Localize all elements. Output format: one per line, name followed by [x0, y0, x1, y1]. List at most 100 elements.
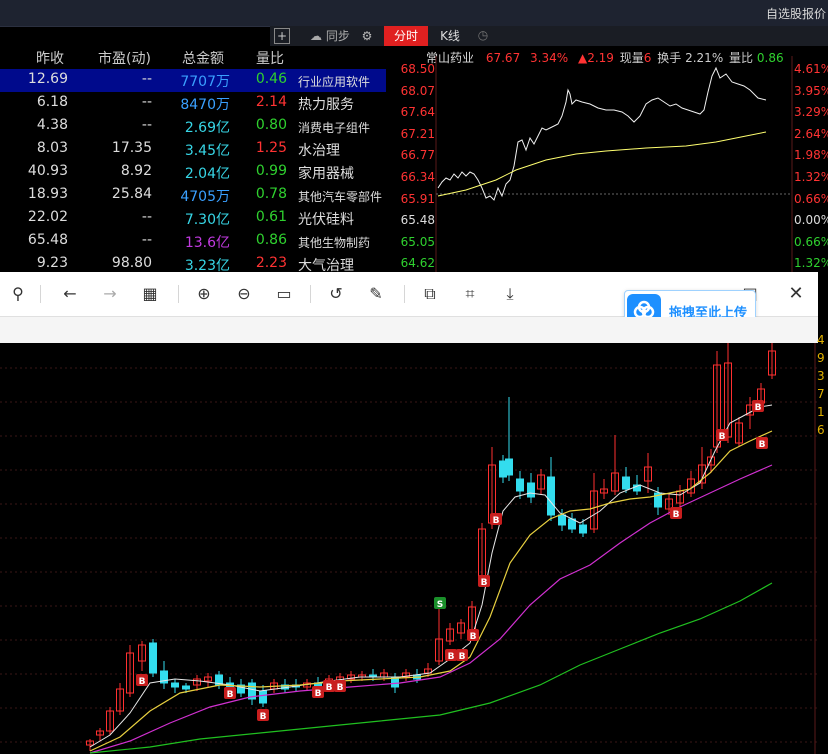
back-arrow-icon[interactable]: ← [60, 284, 80, 304]
buy-signal-label: B [315, 689, 322, 699]
buy-signal-label: B [459, 652, 466, 662]
header-pe[interactable]: 市盈(动) [98, 48, 151, 68]
volume-ratio-cell: 0.61 [255, 209, 287, 225]
kline-chart[interactable]: BBBBBBBBBBBSBBBB 493716 [0, 333, 828, 754]
divider [310, 285, 311, 303]
sync-button[interactable]: ☁ 同步 ⚙ [310, 27, 372, 45]
viewer-subbar [0, 317, 818, 343]
ma10-line [89, 430, 773, 752]
ma5-line [89, 404, 773, 748]
pe-cell: -- [141, 117, 152, 133]
volume-ratio-cell: 2.23 [255, 255, 287, 271]
prev-close-cell: 8.03 [36, 140, 68, 156]
amount-cell: 7.30亿 [184, 212, 230, 228]
grid-icon[interactable]: ▦ [140, 284, 160, 304]
candle-body [527, 482, 535, 498]
history-icon[interactable]: ◷ [476, 28, 490, 42]
divider [404, 285, 405, 303]
right-axis-tick: 7 [817, 387, 825, 401]
amount-cell: 7707万 [180, 74, 230, 90]
table-row[interactable]: 6.18 -- 8470万 2.14 热力服务 [0, 92, 386, 115]
industry-cell: 行业应用软件 [298, 75, 371, 89]
table-row[interactable]: 22.02 -- 7.30亿 0.61 光伏硅料 [0, 207, 386, 230]
volume-ratio-cell: 0.46 [255, 71, 287, 87]
table-row[interactable]: 12.69 -- 7707万 0.46 行业应用软件 [0, 69, 386, 92]
table-row[interactable]: 4.38 -- 2.69亿 0.80 消费电子组件 [0, 115, 386, 138]
ma60-line [89, 582, 773, 754]
candle-body [182, 685, 190, 690]
buy-signal-label: B [139, 677, 146, 687]
chart-toolbar: + ☁ 同步 ⚙ 分时 K线 ◷ [270, 26, 828, 46]
right-axis-tick: 9 [817, 351, 825, 365]
close-icon[interactable]: ✕ [786, 284, 806, 304]
table-row[interactable]: 8.03 17.35 3.45亿 1.25 水治理 [0, 138, 386, 161]
rotate-icon[interactable]: ↺ [326, 284, 346, 304]
pin-icon[interactable]: ⚲ [8, 284, 28, 304]
edit-icon[interactable]: ✎ [366, 284, 386, 304]
stock-quote-table: 昨收 市盈(动) 总金额 量比 12.69 -- 7707万 0.46 行业应用软件 6.… [0, 46, 386, 274]
divider [40, 285, 41, 303]
zoom-in-icon[interactable]: ⊕ [194, 284, 214, 304]
pe-cell: 8.92 [120, 163, 152, 179]
industry-cell: 水治理 [298, 143, 340, 159]
industry-cell: 其他生物制药 [298, 236, 371, 250]
kline-plot: BBBBB BBBB BBSBBBB [0, 343, 818, 754]
download-icon[interactable]: ⤓ [500, 284, 520, 304]
intraday-plot [435, 56, 793, 272]
volume-ratio-cell: 0.86 [255, 232, 287, 248]
pe-cell: 17.35 [111, 140, 152, 156]
industry-cell: 光伏硅料 [298, 212, 354, 228]
intraday-chart[interactable]: 常山药业 67.67 3.34% ▲2.19 现量6 换手 2.21% 量比 0… [386, 46, 828, 314]
tab-intraday[interactable]: 分时 [384, 26, 428, 46]
industry-cell: 家用器械 [298, 166, 354, 182]
add-panel-icon[interactable]: + [274, 28, 290, 44]
table-row[interactable]: 18.93 25.84 4705万 0.78 其他汽车零部件 [0, 184, 386, 207]
pe-cell: 98.80 [111, 255, 152, 271]
table-row[interactable]: 40.93 8.92 2.04亿 0.99 家用器械 [0, 161, 386, 184]
buy-signal-label: B [673, 510, 680, 520]
candle-body [505, 458, 513, 476]
actual-size-icon[interactable]: ▭ [274, 284, 294, 304]
sync-label: 同步 [325, 29, 350, 43]
header-volume-ratio[interactable]: 量比 [256, 48, 284, 68]
table-row[interactable]: 65.48 -- 13.6亿 0.86 其他生物制药 [0, 230, 386, 253]
volume-ratio-cell: 2.14 [255, 94, 287, 110]
forward-arrow-icon[interactable]: → [100, 284, 120, 304]
right-axis-tick: 1 [817, 405, 825, 419]
prev-close-cell: 6.18 [36, 94, 68, 110]
industry-cell: 热力服务 [298, 97, 354, 113]
candle-body [579, 524, 587, 534]
header-prev-close[interactable]: 昨收 [36, 48, 64, 68]
translate-icon[interactable]: ⧉ [420, 284, 440, 304]
candle-body [558, 514, 566, 526]
prev-close-cell: 4.38 [36, 117, 68, 133]
crop-icon[interactable]: ⌗ [460, 284, 480, 304]
prev-close-cell: 65.48 [27, 232, 68, 248]
candle-body [547, 476, 555, 516]
watchlist-quote-label[interactable]: 自选股报价 [766, 5, 826, 22]
candle-body [259, 690, 267, 704]
gear-icon[interactable]: ⚙ [362, 29, 373, 43]
buy-signal-label: B [326, 683, 333, 693]
sell-signal-label: S [437, 600, 443, 610]
image-viewer-toolbar: ⚲ ← → ▦ ⊕ ⊖ ▭ ↺ ✎ ⧉ ⌗ ⤓ ◱ ✕ 拖拽至此上传 [0, 272, 818, 332]
candle-body [622, 476, 630, 490]
cloud-icon: ☁ [310, 29, 322, 43]
candle-body [516, 478, 524, 492]
amount-cell: 2.69亿 [184, 120, 230, 136]
amount-cell: 2.04亿 [184, 166, 230, 182]
tab-kline[interactable]: K线 [430, 26, 470, 46]
pe-cell: -- [141, 71, 152, 87]
industry-cell: 消费电子组件 [298, 121, 371, 135]
right-axis-tick: 6 [817, 423, 825, 437]
divider [178, 285, 179, 303]
right-axis-tick: 4 [817, 333, 825, 347]
zoom-out-icon[interactable]: ⊖ [234, 284, 254, 304]
amount-cell: 13.6亿 [184, 235, 230, 251]
buy-signal-label: B [493, 516, 500, 526]
header-amount[interactable]: 总金额 [182, 48, 224, 68]
industry-cell: 其他汽车零部件 [298, 190, 383, 204]
pe-cell: -- [141, 94, 152, 110]
buy-signal-label: B [337, 683, 344, 693]
prev-close-cell: 12.69 [27, 71, 68, 87]
